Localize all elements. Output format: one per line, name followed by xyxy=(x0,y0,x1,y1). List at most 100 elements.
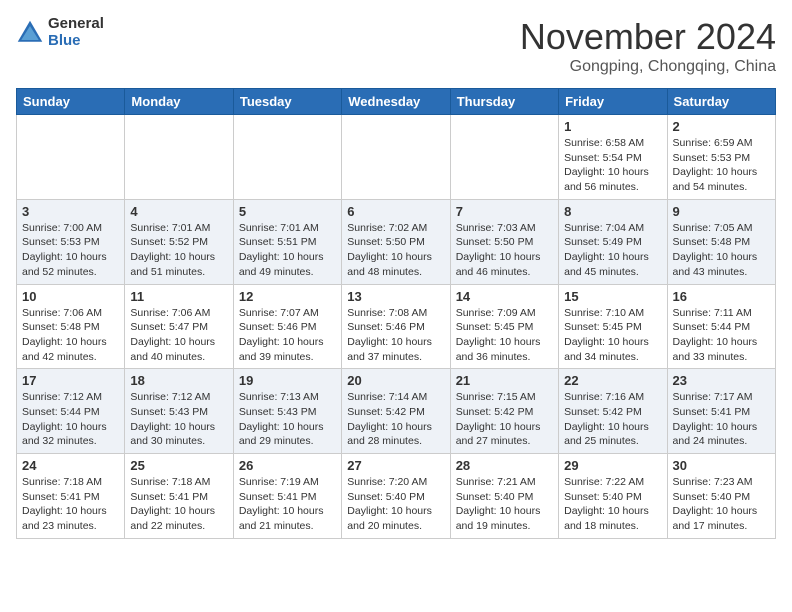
table-row: 3 Sunrise: 7:00 AMSunset: 5:53 PMDaylight… xyxy=(17,199,125,284)
table-row: 9 Sunrise: 7:05 AMSunset: 5:48 PMDaylight… xyxy=(667,199,775,284)
table-row: 26 Sunrise: 7:19 AMSunset: 5:41 PMDayligh… xyxy=(233,454,341,539)
table-row: 8 Sunrise: 7:04 AMSunset: 5:49 PMDaylight… xyxy=(559,199,667,284)
day-number: 9 xyxy=(673,204,770,219)
day-number: 28 xyxy=(456,458,553,473)
day-info: Sunrise: 7:07 AMSunset: 5:46 PMDaylight:… xyxy=(239,306,336,365)
table-row xyxy=(17,115,125,200)
table-row xyxy=(342,115,450,200)
day-info: Sunrise: 7:20 AMSunset: 5:40 PMDaylight:… xyxy=(347,475,444,534)
day-number: 30 xyxy=(673,458,770,473)
day-number: 19 xyxy=(239,373,336,388)
day-info: Sunrise: 7:05 AMSunset: 5:48 PMDaylight:… xyxy=(673,221,770,280)
day-number: 7 xyxy=(456,204,553,219)
col-monday: Monday xyxy=(125,89,233,115)
day-info: Sunrise: 7:10 AMSunset: 5:45 PMDaylight:… xyxy=(564,306,661,365)
day-info: Sunrise: 7:04 AMSunset: 5:49 PMDaylight:… xyxy=(564,221,661,280)
table-row: 17 Sunrise: 7:12 AMSunset: 5:44 PMDayligh… xyxy=(17,369,125,454)
day-info: Sunrise: 7:00 AMSunset: 5:53 PMDaylight:… xyxy=(22,221,119,280)
col-tuesday: Tuesday xyxy=(233,89,341,115)
day-info: Sunrise: 7:12 AMSunset: 5:44 PMDaylight:… xyxy=(22,390,119,449)
day-number: 12 xyxy=(239,289,336,304)
col-sunday: Sunday xyxy=(17,89,125,115)
table-row: 12 Sunrise: 7:07 AMSunset: 5:46 PMDayligh… xyxy=(233,284,341,369)
table-row: 20 Sunrise: 7:14 AMSunset: 5:42 PMDayligh… xyxy=(342,369,450,454)
table-row: 19 Sunrise: 7:13 AMSunset: 5:43 PMDayligh… xyxy=(233,369,341,454)
month-title: November 2024 xyxy=(520,16,776,58)
table-row xyxy=(450,115,558,200)
day-number: 4 xyxy=(130,204,227,219)
day-info: Sunrise: 7:09 AMSunset: 5:45 PMDaylight:… xyxy=(456,306,553,365)
day-info: Sunrise: 7:14 AMSunset: 5:42 PMDaylight:… xyxy=(347,390,444,449)
day-info: Sunrise: 7:01 AMSunset: 5:51 PMDaylight:… xyxy=(239,221,336,280)
logo-text: General Blue xyxy=(48,16,104,49)
logo-blue-text: Blue xyxy=(48,33,104,50)
day-number: 18 xyxy=(130,373,227,388)
day-info: Sunrise: 7:06 AMSunset: 5:48 PMDaylight:… xyxy=(22,306,119,365)
logo-icon xyxy=(16,19,44,47)
table-row: 23Sunrise: 7:17 AMSunset: 5:41 PMDayligh… xyxy=(667,369,775,454)
table-row: 27 Sunrise: 7:20 AMSunset: 5:40 PMDayligh… xyxy=(342,454,450,539)
table-row: 28 Sunrise: 7:21 AMSunset: 5:40 PMDayligh… xyxy=(450,454,558,539)
table-row: 21 Sunrise: 7:15 AMSunset: 5:42 PMDayligh… xyxy=(450,369,558,454)
day-info: Sunrise: 7:15 AMSunset: 5:42 PMDaylight:… xyxy=(456,390,553,449)
location-text: Gongping, Chongqing, China xyxy=(520,58,776,76)
day-number: 25 xyxy=(130,458,227,473)
table-row: 13Sunrise: 7:08 AMSunset: 5:46 PMDayligh… xyxy=(342,284,450,369)
day-number: 6 xyxy=(347,204,444,219)
day-number: 29 xyxy=(564,458,661,473)
day-number: 11 xyxy=(130,289,227,304)
day-info: Sunrise: 7:06 AMSunset: 5:47 PMDaylight:… xyxy=(130,306,227,365)
col-thursday: Thursday xyxy=(450,89,558,115)
day-info: Sunrise: 7:18 AMSunset: 5:41 PMDaylight:… xyxy=(130,475,227,534)
day-number: 1 xyxy=(564,119,661,134)
table-row: 29 Sunrise: 7:22 AMSunset: 5:40 PMDayligh… xyxy=(559,454,667,539)
table-row: 6 Sunrise: 7:02 AMSunset: 5:50 PMDaylight… xyxy=(342,199,450,284)
day-number: 2 xyxy=(673,119,770,134)
table-row: 15 Sunrise: 7:10 AMSunset: 5:45 PMDayligh… xyxy=(559,284,667,369)
table-row: 5Sunrise: 7:01 AMSunset: 5:51 PMDaylight… xyxy=(233,199,341,284)
day-number: 14 xyxy=(456,289,553,304)
day-number: 3 xyxy=(22,204,119,219)
table-row: 30 Sunrise: 7:23 AMSunset: 5:40 PMDayligh… xyxy=(667,454,775,539)
logo-general-text: General xyxy=(48,16,104,33)
day-info: Sunrise: 7:02 AMSunset: 5:50 PMDaylight:… xyxy=(347,221,444,280)
day-info: Sunrise: 7:17 AMSunset: 5:41 PMDaylight:… xyxy=(673,390,770,449)
day-info: Sunrise: 7:12 AMSunset: 5:43 PMDaylight:… xyxy=(130,390,227,449)
day-number: 20 xyxy=(347,373,444,388)
day-info: Sunrise: 7:08 AMSunset: 5:46 PMDaylight:… xyxy=(347,306,444,365)
day-number: 26 xyxy=(239,458,336,473)
table-row: 4Sunrise: 7:01 AMSunset: 5:52 PMDaylight… xyxy=(125,199,233,284)
day-number: 17 xyxy=(22,373,119,388)
table-row: 18 Sunrise: 7:12 AMSunset: 5:43 PMDayligh… xyxy=(125,369,233,454)
day-number: 15 xyxy=(564,289,661,304)
calendar-header-row: Sunday Monday Tuesday Wednesday Thursday… xyxy=(17,89,776,115)
table-row: 1Sunrise: 6:58 AMSunset: 5:54 PMDaylight… xyxy=(559,115,667,200)
col-friday: Friday xyxy=(559,89,667,115)
day-info: Sunrise: 7:13 AMSunset: 5:43 PMDaylight:… xyxy=(239,390,336,449)
table-row: 24Sunrise: 7:18 AMSunset: 5:41 PMDayligh… xyxy=(17,454,125,539)
day-number: 8 xyxy=(564,204,661,219)
day-number: 10 xyxy=(22,289,119,304)
day-number: 27 xyxy=(347,458,444,473)
page-header: General Blue November 2024 Gongping, Cho… xyxy=(16,16,776,76)
day-info: Sunrise: 7:21 AMSunset: 5:40 PMDaylight:… xyxy=(456,475,553,534)
day-info: Sunrise: 7:03 AMSunset: 5:50 PMDaylight:… xyxy=(456,221,553,280)
day-info: Sunrise: 7:22 AMSunset: 5:40 PMDaylight:… xyxy=(564,475,661,534)
table-row: 11 Sunrise: 7:06 AMSunset: 5:47 PMDayligh… xyxy=(125,284,233,369)
table-row: 10 Sunrise: 7:06 AMSunset: 5:48 PMDayligh… xyxy=(17,284,125,369)
day-info: Sunrise: 7:19 AMSunset: 5:41 PMDaylight:… xyxy=(239,475,336,534)
day-number: 22 xyxy=(564,373,661,388)
day-number: 24 xyxy=(22,458,119,473)
day-number: 16 xyxy=(673,289,770,304)
day-info: Sunrise: 7:16 AMSunset: 5:42 PMDaylight:… xyxy=(564,390,661,449)
table-row xyxy=(125,115,233,200)
day-info: Sunrise: 6:59 AMSunset: 5:53 PMDaylight:… xyxy=(673,136,770,195)
day-info: Sunrise: 7:23 AMSunset: 5:40 PMDaylight:… xyxy=(673,475,770,534)
day-number: 21 xyxy=(456,373,553,388)
table-row: 2 Sunrise: 6:59 AMSunset: 5:53 PMDaylight… xyxy=(667,115,775,200)
calendar-table: Sunday Monday Tuesday Wednesday Thursday… xyxy=(16,88,776,539)
col-wednesday: Wednesday xyxy=(342,89,450,115)
table-row: 16Sunrise: 7:11 AMSunset: 5:44 PMDayligh… xyxy=(667,284,775,369)
logo: General Blue xyxy=(16,16,104,49)
table-row: 7 Sunrise: 7:03 AMSunset: 5:50 PMDaylight… xyxy=(450,199,558,284)
